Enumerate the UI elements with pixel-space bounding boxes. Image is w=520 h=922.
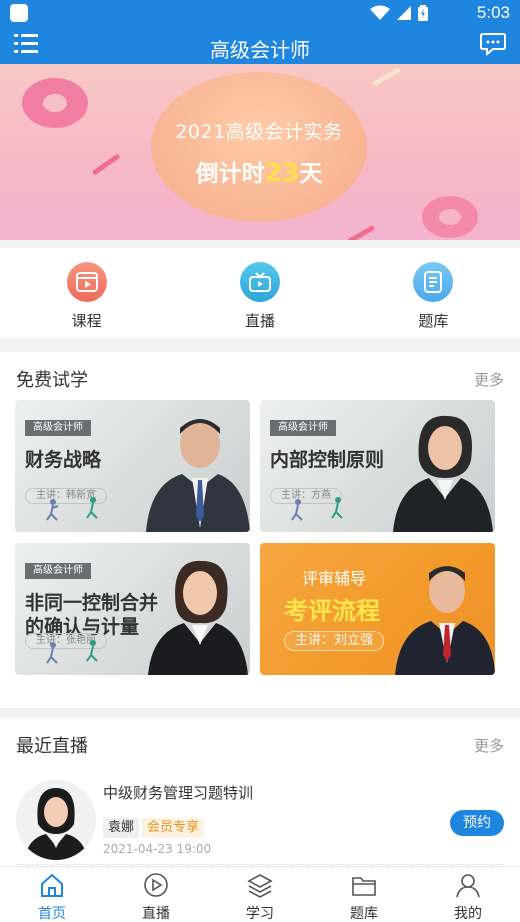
status-bar: 5:03 (0, 0, 520, 26)
tab-question-bank[interactable]: 题库 (312, 867, 416, 922)
quick-nav-label: 直播 (244, 312, 275, 330)
tab-mine[interactable]: 我的 (416, 867, 520, 922)
lecturer-label: 主讲：刘立强 (284, 631, 385, 651)
countdown-badge: 2021高级会计实务 倒计时23天 (151, 72, 367, 222)
tab-home[interactable]: 首页 (0, 867, 104, 922)
countdown-prefix: 倒计时 (195, 161, 265, 187)
title-bar: 高级会计师 (0, 26, 520, 64)
course-title: 非同一控制合并 的确认与计量 (25, 591, 158, 639)
system-icons (370, 5, 428, 21)
quick-nav: 课程 直播 题库 (0, 248, 520, 338)
reserve-button[interactable]: 预约 (450, 810, 504, 836)
recent-live-section: 最近直播 更多 中级财务管理习题特训 袁娜 会员专享 2021-04-23 19… (0, 718, 520, 866)
tab-study[interactable]: 学习 (208, 867, 312, 922)
page-title: 高级会计师 (210, 38, 310, 62)
runner-decoration (291, 497, 343, 521)
live-list-item[interactable]: 中级财务管理习题特训 袁娜 会员专享 2021-04-23 19:00 预约 (0, 772, 520, 864)
course-tag: 高级会计师 (25, 563, 91, 579)
bottom-tab-bar: 首页 直播 学习 题库 我的 (0, 866, 520, 922)
status-time: 5:03 (476, 3, 510, 22)
countdown-days: 23 (264, 158, 300, 187)
course-title: 内部控制原则 (270, 449, 385, 471)
tab-label: 学习 (246, 906, 274, 922)
more-link[interactable]: 更多 (474, 369, 504, 390)
quick-nav-label: 课程 (71, 312, 102, 330)
home-icon (41, 873, 63, 897)
chat-bubble-icon (480, 33, 506, 57)
message-button[interactable] (480, 32, 506, 57)
tab-label: 直播 (142, 906, 170, 922)
countdown-text: 倒计时23天 (151, 154, 367, 188)
tab-live[interactable]: 直播 (104, 867, 208, 922)
course-card[interactable]: 高级会计师 财务战略 主讲：韩新宽 (15, 400, 250, 532)
tab-label: 我的 (454, 906, 482, 922)
course-tag: 高级会计师 (270, 420, 336, 436)
decorative-ring (22, 78, 88, 128)
wifi-icon (370, 5, 390, 20)
folder-icon (352, 877, 376, 896)
live-title: 中级财务管理习题特训 (103, 784, 254, 802)
signal-icon (397, 6, 411, 20)
divider (16, 864, 504, 865)
course-subtitle: 评审辅导 (302, 569, 367, 588)
course-card[interactable]: 高级会计师 内部控制原则 主讲：方燕 (260, 400, 495, 532)
section-title: 最近直播 (16, 736, 88, 757)
lecturer-photo (393, 415, 493, 532)
countdown-suffix: 天 (299, 161, 323, 187)
quick-nav-live[interactable]: 直播 (173, 248, 346, 338)
course-title: 考评流程 (284, 597, 380, 625)
play-icon (144, 873, 168, 897)
lecturer-photo (146, 419, 250, 532)
course-card[interactable]: 评审辅导 考评流程 主讲：刘立强 (260, 543, 495, 675)
free-trial-section: 免费试学 更多 高级会计师 财务战略 主讲：韩新宽 高级会计师 内部控制原则 主… (0, 352, 520, 708)
section-header: 最近直播 更多 (0, 718, 520, 766)
decorative-ring (422, 196, 478, 238)
decorative-stick (372, 66, 402, 87)
quick-nav-label: 题库 (418, 312, 449, 330)
lecturer-photo (395, 566, 495, 675)
battery-icon (418, 5, 428, 21)
exam-title: 2021高级会计实务 (175, 121, 343, 143)
tab-label: 首页 (38, 906, 66, 922)
course-title-line: 非同一控制合并 (25, 592, 159, 614)
vip-badge: 会员专享 (142, 818, 205, 838)
course-card[interactable]: 高级会计师 非同一控制合并 的确认与计量 主讲：张艳丽 (15, 543, 250, 675)
section-header: 免费试学 更多 (0, 352, 520, 400)
course-title: 财务战略 (25, 449, 102, 471)
runner-decoration (46, 640, 98, 664)
teacher-avatar (16, 780, 96, 860)
course-tag: 高级会计师 (25, 420, 91, 436)
lecturer-photo (148, 560, 248, 675)
question-bank-icon (413, 262, 454, 302)
section-title: 免费试学 (16, 370, 88, 391)
app-notification-icon (10, 4, 28, 22)
course-icon (66, 262, 107, 302)
exam-countdown-banner[interactable]: 2021高级会计实务 倒计时23天 (0, 64, 520, 240)
teacher-name: 袁娜 (103, 818, 140, 838)
user-icon (456, 874, 480, 898)
tab-label: 题库 (350, 906, 378, 922)
decorative-stick (91, 153, 121, 176)
more-link[interactable]: 更多 (474, 735, 504, 756)
tv-icon (239, 262, 280, 302)
live-date: 2021-04-23 19:00 (103, 842, 212, 856)
quick-nav-course[interactable]: 课程 (0, 248, 173, 338)
decorative-stick (346, 224, 376, 240)
runner-decoration (46, 497, 98, 521)
layers-icon (247, 874, 273, 898)
quick-nav-question-bank[interactable]: 题库 (347, 248, 520, 338)
